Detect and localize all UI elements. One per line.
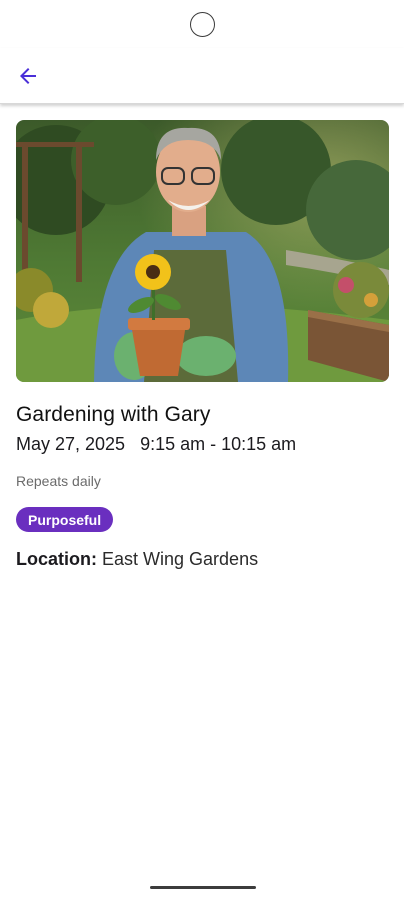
event-date: May 27, 2025 bbox=[16, 434, 126, 454]
category-tag: Purposeful bbox=[16, 507, 114, 532]
event-image bbox=[16, 120, 389, 382]
back-button[interactable] bbox=[8, 56, 48, 96]
event-location: Location: East Wing Gardens bbox=[16, 549, 258, 570]
repeat-info: Repeats daily bbox=[16, 473, 101, 489]
app-bar bbox=[0, 48, 404, 104]
event-time: 9:15 am - 10:15 am bbox=[140, 434, 297, 454]
arrow-left-icon bbox=[20, 68, 36, 84]
camera-cutout bbox=[190, 12, 215, 37]
location-label: Location: bbox=[16, 549, 97, 569]
event-detail-screen: Gardening with Gary May 27, 2025 9:15 am… bbox=[0, 0, 404, 900]
event-title: Gardening with Gary bbox=[16, 403, 211, 426]
home-indicator[interactable] bbox=[150, 886, 256, 889]
location-value: East Wing Gardens bbox=[102, 549, 259, 569]
event-datetime: May 27, 2025 9:15 am - 10:15 am bbox=[16, 434, 296, 455]
